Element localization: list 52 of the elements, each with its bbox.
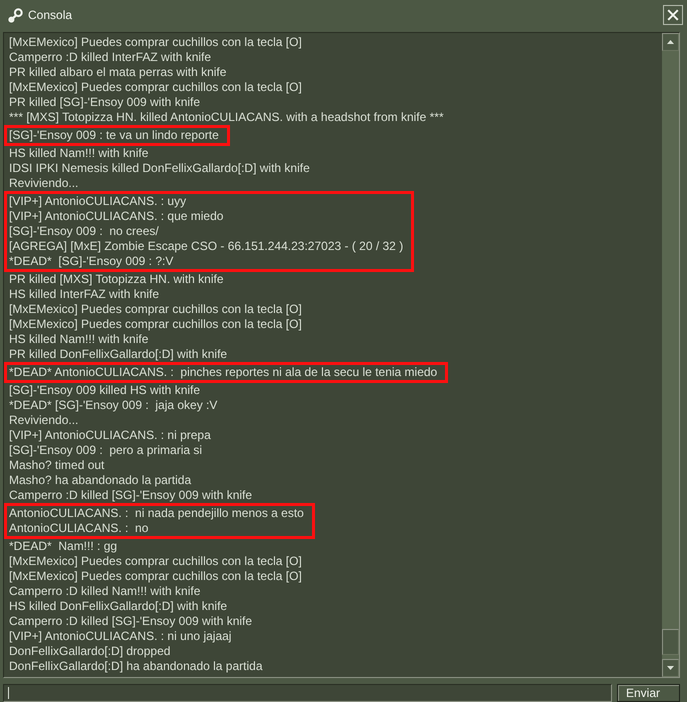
caret-up-icon — [667, 40, 674, 44]
console-line: *DEAD* [SG]-'Ensoy 009 : jaja okey :V — [8, 398, 218, 413]
console-line: Camperro :D killed [SG]-'Ensoy 009 with knife — [8, 488, 252, 503]
console-line: *** [MXS] Totopizza HN. killed AntonioCULIACANS. with a headshot from knife *** — [8, 110, 444, 125]
console-line: [MxEMexico] Puedes comprar cuchillos con la tecla [O] — [8, 554, 302, 569]
close-icon — [667, 9, 679, 21]
console-line: PR killed DonFellixGallardo[:D] with knife — [8, 347, 228, 362]
console-line: [MxEMexico] Puedes comprar cuchillos con la tecla [O] — [8, 35, 302, 50]
console-line: PR killed [MXS] Totopizza HN. with knife — [8, 272, 224, 287]
console-line: [VIP+] AntonioCULIACANS. : uyy — [8, 194, 186, 209]
scrollbar-thumb[interactable] — [662, 629, 679, 655]
message-input[interactable] — [3, 684, 612, 702]
caret-down-icon — [667, 666, 674, 670]
console-line: [SG]-'Ensoy 009 killed HS with knife — [8, 383, 200, 398]
console-line: *DEAD* [SG]-'Ensoy 009 : ?:V — [8, 254, 174, 269]
console-line: HS killed DonFellixGallardo[:D] with knife — [8, 599, 228, 614]
scroll-down-button[interactable] — [662, 659, 679, 677]
console-line: AntonioCULIACANS. : ni nada pendejillo menos a esto — [8, 506, 304, 521]
send-button[interactable]: Enviar — [617, 684, 680, 702]
scroll-up-button[interactable] — [662, 33, 679, 51]
console-line: Camperro :D killed Nam!!! with knife — [8, 584, 200, 599]
console-line: PR killed [SG]-'Ensoy 009 with knife — [8, 95, 200, 110]
console-line: DonFellixGallardo[:D] dropped — [8, 644, 170, 659]
console-line: IDSI IPKI Nemesis killed DonFellixGallardo[:D] with knife — [8, 161, 310, 176]
close-button[interactable] — [663, 5, 683, 25]
console-line: Masho? ha abandonado la partida — [8, 473, 192, 488]
console-line: [AGREGA] [MxE] Zombie Escape CSO - 66.151.244.23:27023 - ( 20 / 32 ) — [8, 239, 404, 254]
console-line: [MxEMexico] Puedes comprar cuchillos con la tecla [O] — [8, 317, 302, 332]
window-title: Consola — [28, 8, 74, 22]
logo-icon — [8, 8, 23, 22]
console-line: Reviviendo... — [8, 176, 78, 191]
console-line: *DEAD* AntonioCULIACANS. : pinches reportes ni ala de la secu le tenia miedo — [8, 365, 438, 380]
console-line: [VIP+] AntonioCULIACANS. : ni prepa — [8, 428, 211, 443]
console-line: *DEAD* Nam!!! : gg — [8, 539, 118, 554]
console-line: AntonioCULIACANS. : no — [8, 521, 148, 536]
console-line: [SG]-'Ensoy 009 : te va un lindo reporte — [8, 128, 219, 143]
console-line: [VIP+] AntonioCULIACANS. : que miedo — [8, 209, 224, 224]
console-line: [MxEMexico] Puedes comprar cuchillos con la tecla [O] — [8, 302, 302, 317]
console-line: [MxEMexico] Puedes comprar cuchillos con la tecla [O] — [8, 569, 302, 584]
console-line: Reviviendo... — [8, 413, 78, 428]
console-line: Camperro :D killed [SG]-'Ensoy 009 with knife — [8, 614, 252, 629]
console-line: Masho? timed out — [8, 458, 104, 473]
console-line: HS killed Nam!!! with knife — [8, 332, 148, 347]
console-line: HS killed InterFAZ with knife — [8, 287, 160, 302]
console-line: Camperro :D killed InterFAZ with knife — [8, 50, 212, 65]
console-line: [MxEMexico] Puedes comprar cuchillos con la tecla [O] — [8, 80, 302, 95]
console-line: HS killed Nam!!! with knife — [8, 146, 148, 161]
console-line: DonFellixGallardo[:D] ha abandonado la partida — [8, 659, 262, 674]
console-line: [SG]-'Ensoy 009 : pero a primaria si — [8, 443, 202, 458]
console-line: [SG]-'Ensoy 009 : no crees/ — [8, 224, 159, 239]
console-line: [VIP+] AntonioCULIACANS. : ni uno jajaaj — [8, 629, 232, 644]
console-line: PR killed albaro el mata perras with knife — [8, 65, 226, 80]
